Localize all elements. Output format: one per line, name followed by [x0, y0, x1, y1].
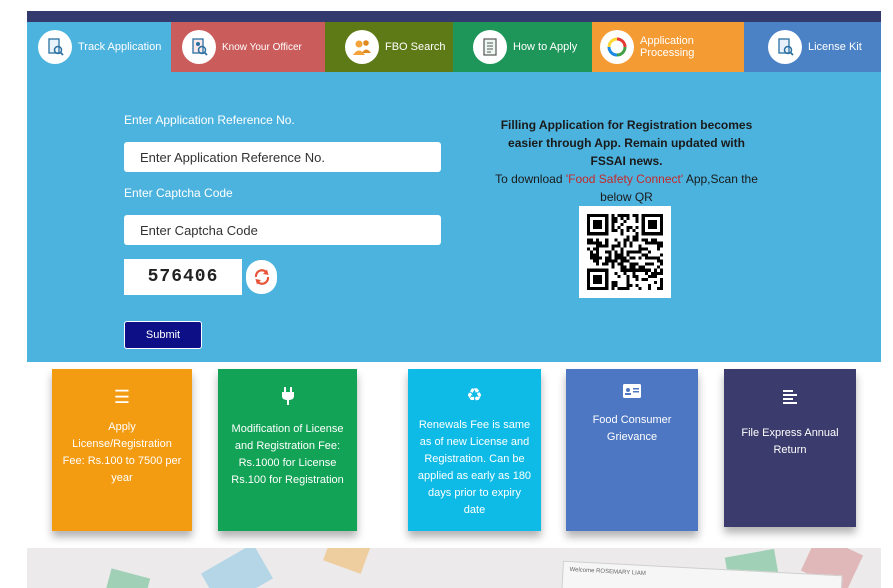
app-promo-text: Filling Application for Registration bec… — [489, 116, 764, 206]
card-text: Modification of License and Registration… — [231, 423, 344, 486]
captcha-image: 576406 — [124, 259, 242, 295]
card-modification-fee[interactable]: Modification of License and Registration… — [218, 369, 357, 531]
refresh-icon — [254, 269, 269, 285]
decor-shape — [201, 548, 273, 588]
tab-application-processing[interactable]: Application Processing — [592, 22, 744, 72]
tab-label: Application Processing — [640, 35, 695, 59]
card-consumer-grievance[interactable]: Food Consumer Grievance — [566, 369, 698, 531]
card-renewals-fee[interactable]: ♻ Renewals Fee is same as of new License… — [408, 369, 541, 531]
license-kit-icon — [768, 30, 802, 64]
card-text: Renewals Fee is same as of new License a… — [417, 419, 532, 516]
tab-bar: Track Application Know Your Officer FBO … — [27, 22, 881, 72]
track-application-panel: Enter Application Reference No. Enter Ca… — [27, 72, 881, 362]
align-left-icon — [736, 389, 844, 409]
decor-shape — [323, 548, 371, 574]
tab-label: License Kit — [808, 41, 862, 53]
users-icon — [345, 30, 379, 64]
captcha-input[interactable] — [124, 215, 441, 245]
app-screenshot-preview: Welcome ROSEMARY LIAM — [561, 560, 843, 588]
tab-label: FBO Search — [385, 41, 446, 53]
menu-lines-icon: ☰ — [113, 387, 131, 407]
decor-shape — [103, 568, 151, 588]
tab-label: Know Your Officer — [222, 41, 302, 53]
app-promo-download: To download 'Food Safety Connect' App,Sc… — [495, 172, 758, 204]
welcome-text: Welcome ROSEMARY LIAM — [569, 567, 646, 578]
qr-code — [579, 206, 671, 298]
id-card-icon — [578, 382, 686, 402]
tab-how-to-apply[interactable]: How to Apply — [453, 22, 592, 72]
captcha-refresh-button[interactable] — [246, 260, 277, 294]
tab-label: How to Apply — [513, 41, 578, 53]
tab-know-your-officer[interactable]: Know Your Officer — [171, 22, 325, 72]
card-apply-fee[interactable]: ☰ Apply License/Registration Fee: Rs.100… — [52, 369, 192, 531]
app-promo-bold: Filling Application for Registration bec… — [500, 118, 753, 168]
top-bar — [27, 11, 881, 22]
tab-track-application[interactable]: Track Application — [27, 22, 171, 72]
bottom-banner: Welcome ROSEMARY LIAM — [27, 548, 881, 588]
document-search-icon — [38, 30, 72, 64]
checklist-icon — [473, 30, 507, 64]
app-name-link[interactable]: 'Food Safety Connect' — [566, 172, 683, 186]
tab-fbo-search[interactable]: FBO Search — [325, 22, 453, 72]
plug-icon — [228, 387, 347, 409]
card-text: File Express Annual Return — [741, 427, 839, 456]
officer-search-icon — [182, 30, 216, 64]
submit-button[interactable]: Submit — [124, 321, 202, 349]
reference-number-input[interactable] — [124, 142, 441, 172]
card-text: Apply License/Registration Fee: Rs.100 t… — [62, 421, 182, 484]
card-express-annual-return[interactable]: File Express Annual Return — [724, 369, 856, 527]
process-circle-icon — [600, 30, 634, 64]
tab-license-kit[interactable]: License Kit — [744, 22, 881, 72]
card-text: Food Consumer Grievance — [592, 414, 672, 443]
captcha-label: Enter Captcha Code — [124, 186, 233, 200]
reference-number-label: Enter Application Reference No. — [124, 113, 295, 127]
tab-label: Track Application — [78, 41, 162, 53]
recycle-icon: ♻ — [466, 385, 483, 405]
